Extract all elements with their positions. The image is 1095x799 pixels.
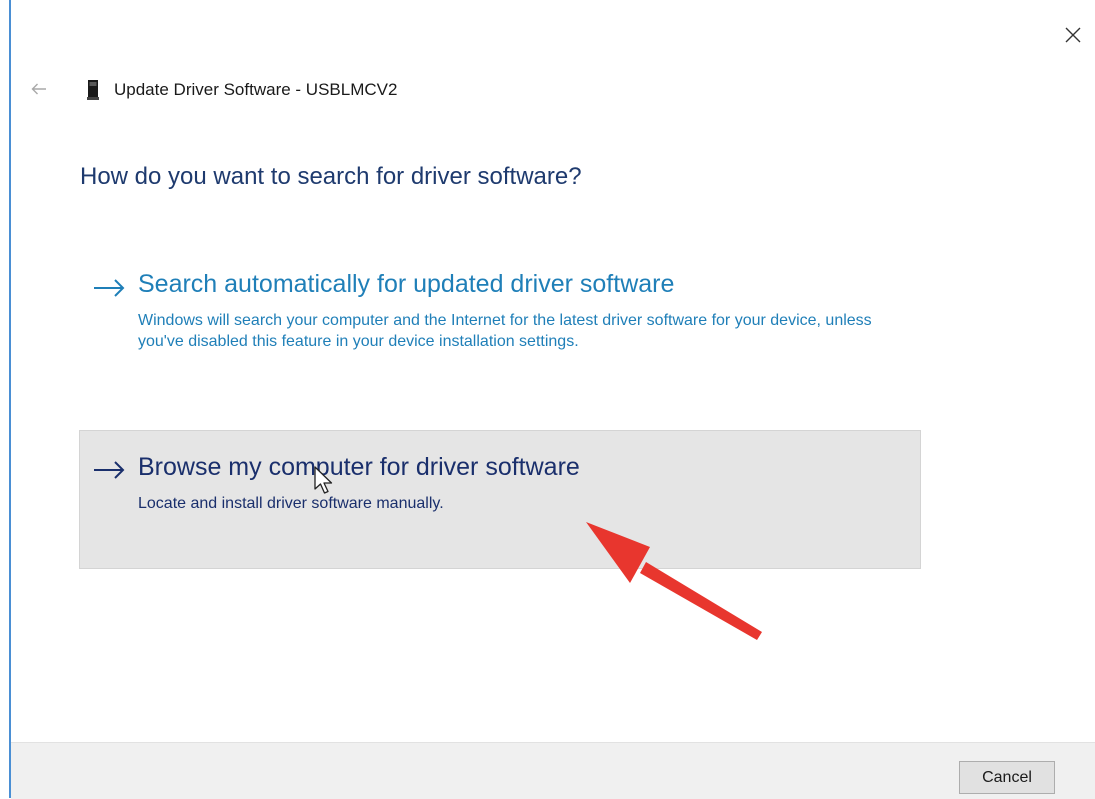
option-title: Search automatically for updated driver … <box>138 270 675 298</box>
title-bar: Update Driver Software - USBLMCV2 <box>86 78 397 102</box>
close-button[interactable] <box>1058 20 1088 50</box>
window-title: Update Driver Software - USBLMCV2 <box>114 80 398 99</box>
back-arrow-icon <box>31 83 46 95</box>
search-automatically-option[interactable]: Search automatically for updated driver … <box>80 264 922 394</box>
window-left-border <box>9 0 11 798</box>
option-title: Browse my computer for driver software <box>138 453 580 481</box>
footer-bar <box>11 742 1095 799</box>
usb-device-icon <box>87 80 99 100</box>
cancel-button[interactable]: Cancel <box>959 761 1055 794</box>
back-button[interactable] <box>26 78 52 100</box>
page-heading: How do you want to search for driver sof… <box>80 163 582 190</box>
arrow-right-icon <box>94 279 125 297</box>
red-arrow-annotation <box>586 522 762 640</box>
close-icon <box>1065 27 1081 43</box>
option-description: Locate and install driver software manua… <box>138 495 444 512</box>
option-description: Windows will search your computer and th… <box>138 312 872 350</box>
arrow-right-icon <box>94 461 125 479</box>
browse-computer-option[interactable]: Browse my computer for driver software L… <box>79 430 921 569</box>
